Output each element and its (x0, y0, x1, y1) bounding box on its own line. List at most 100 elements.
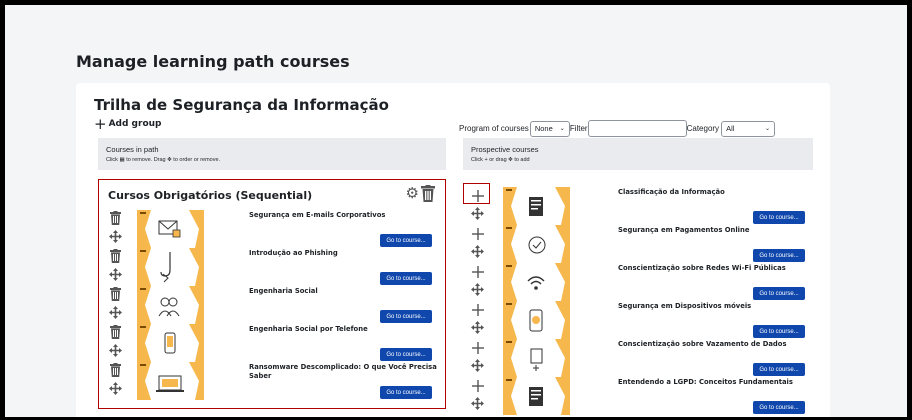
plus-icon: + (484, 157, 488, 163)
go-to-course-button[interactable]: Go to course... (753, 249, 805, 262)
go-to-course-button[interactable]: Go to course... (753, 325, 805, 338)
trash-icon[interactable] (110, 287, 121, 306)
path-row-controls (109, 287, 122, 324)
trash-icon[interactable] (110, 325, 121, 344)
group-title: Cursos Obrigatórios (Sequential) (108, 189, 313, 202)
data-leak-icon (503, 339, 570, 377)
move-icon[interactable] (109, 306, 122, 324)
go-to-course-button[interactable]: Go to course... (753, 401, 805, 414)
prospective-row-controls (471, 303, 484, 339)
plus-icon[interactable] (471, 379, 484, 397)
go-to-course-button[interactable]: Go to course... (380, 272, 432, 285)
go-to-course-button[interactable]: Go to course... (380, 348, 432, 361)
move-icon[interactable] (109, 382, 122, 400)
prospective-row-controls (471, 227, 484, 263)
program-label: Program of courses (459, 124, 529, 133)
prospective-row-controls (471, 379, 484, 415)
course-name: Engenharia Social por Telefone (249, 325, 368, 333)
trash-icon[interactable] (110, 249, 121, 268)
courses-in-path-hint: Click ▦ to remove. Drag ✥ to order or re… (106, 157, 221, 163)
card-icon (503, 225, 570, 263)
filter-label: Filter (569, 124, 588, 133)
course-group: Cursos Obrigatórios (Sequential) ⚙ Segur… (98, 179, 446, 409)
chevron-down-icon: ⌄ (559, 126, 565, 132)
program-select[interactable]: None ⌄ (529, 120, 570, 137)
move-icon[interactable] (471, 359, 484, 377)
group-actions: ⚙ (406, 185, 435, 202)
course-thumbnail (503, 225, 570, 263)
filter-bar: Program of courses None ⌄ Filter Categor… (459, 120, 776, 137)
filter-input[interactable] (587, 120, 687, 137)
trash-icon[interactable] (110, 363, 121, 382)
course-thumbnail (503, 301, 570, 339)
move-icon: ✥ (508, 157, 513, 163)
prospective-course-list: Classificação da Informação Go to course.… (463, 185, 813, 417)
go-to-course-button[interactable]: Go to course... (753, 287, 805, 300)
document-icon (503, 187, 570, 225)
move-icon[interactable] (471, 283, 484, 301)
course-thumbnail (503, 263, 570, 301)
selected-add-highlight (463, 183, 490, 204)
courses-in-path-header: Courses in path Click ▦ to remove. Drag … (98, 138, 446, 170)
laptop-icon (137, 362, 204, 400)
move-icon[interactable] (471, 397, 484, 415)
plus-icon[interactable] (471, 303, 484, 321)
course-name: Classificação da Informação (618, 188, 725, 196)
move-icon[interactable] (109, 230, 122, 248)
course-thumbnail (137, 362, 204, 400)
learning-path-card: Trilha de Segurança da Informação + Add … (76, 83, 830, 417)
course-name: Conscientização sobre Redes Wi-Fi Públic… (618, 264, 786, 272)
course-thumbnail (137, 248, 204, 286)
path-row-controls (109, 211, 122, 248)
trash-icon[interactable] (421, 185, 435, 202)
courses-in-path-title: Courses in path (106, 145, 159, 154)
category-select-value: All (726, 124, 735, 133)
go-to-course-button[interactable]: Go to course... (380, 234, 432, 247)
course-name: Ransomware Descomplicado: O que Você Pre… (249, 363, 437, 380)
go-to-course-button[interactable]: Go to course... (753, 211, 805, 224)
email-icon (137, 210, 204, 248)
plus-icon[interactable] (471, 265, 484, 283)
add-group-label: Add group (108, 119, 162, 129)
wifi-icon (503, 263, 570, 301)
path-row-controls (109, 249, 122, 286)
plus-icon: + (94, 115, 107, 133)
program-select-value: None (534, 124, 553, 133)
plus-icon[interactable] (471, 341, 484, 359)
prospective-title: Prospective courses (471, 145, 539, 154)
hook-icon (137, 248, 204, 286)
go-to-course-button[interactable]: Go to course... (380, 386, 432, 399)
document-icon (503, 377, 570, 415)
move-icon[interactable] (471, 245, 484, 263)
move-icon[interactable] (471, 321, 484, 339)
go-to-course-button[interactable]: Go to course... (753, 363, 805, 376)
course-thumbnail (137, 324, 204, 362)
move-icon[interactable] (471, 207, 484, 225)
page-title: Manage learning path courses (76, 52, 350, 71)
browser-viewport: Manage learning path courses Trilha de S… (5, 5, 907, 417)
trash-icon[interactable] (110, 211, 121, 230)
course-thumbnail (137, 210, 204, 248)
course-name: Conscientização sobre Vazamento de Dados (618, 340, 787, 348)
prospective-row-controls (471, 265, 484, 301)
category-select[interactable]: All ⌄ (721, 120, 776, 137)
course-name: Introdução ao Phishing (249, 249, 338, 257)
course-name: Segurança em E-mails Corporativos (249, 211, 386, 219)
phone-icon (137, 324, 204, 362)
prospective-row-controls (471, 341, 484, 377)
add-group-button[interactable]: + Add group (94, 115, 162, 133)
course-name: Segurança em Pagamentos Online (618, 226, 750, 234)
people-icon (137, 286, 204, 324)
course-name: Engenharia Social (249, 287, 318, 295)
path-row-controls (109, 363, 122, 400)
go-to-course-button[interactable]: Go to course... (380, 310, 432, 323)
move-icon[interactable] (109, 268, 122, 286)
prospective-header: Prospective courses Click + or drag ✥ to… (463, 138, 813, 170)
plus-icon[interactable] (471, 227, 484, 245)
course-name: Entendendo a LGPD: Conceitos Fundamentai… (618, 378, 793, 386)
move-icon[interactable] (109, 344, 122, 362)
gear-icon[interactable]: ⚙ (406, 185, 419, 202)
course-thumbnail (137, 286, 204, 324)
prospective-hint: Click + or drag ✥ to add (471, 157, 530, 163)
mobile-icon (503, 301, 570, 339)
